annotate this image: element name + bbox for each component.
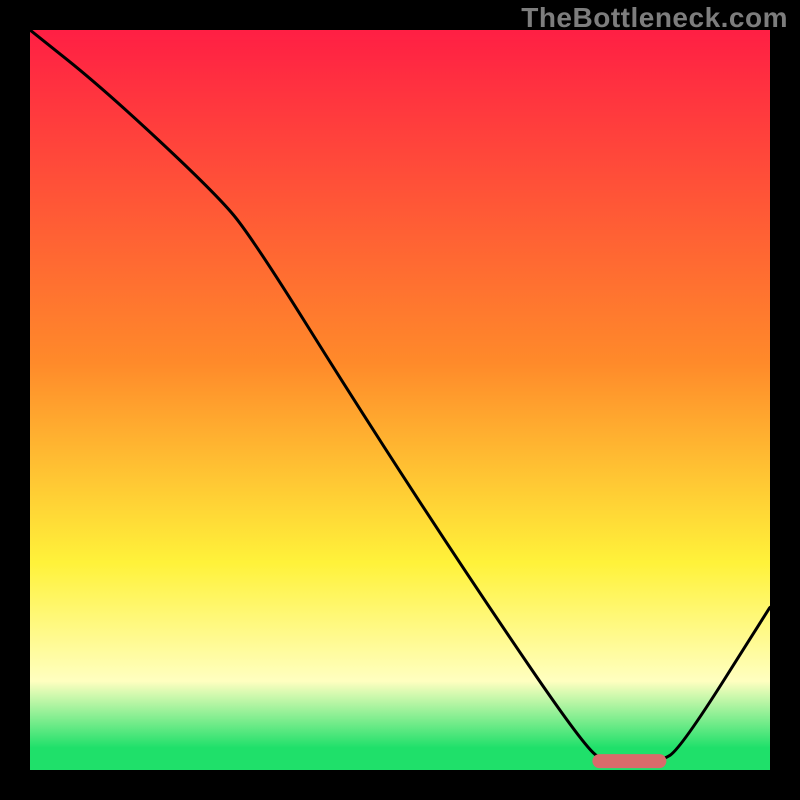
chart-stage: TheBottleneck.com [0, 0, 800, 800]
plot-background [30, 30, 770, 770]
optimal-range-marker [592, 754, 666, 768]
bottleneck-plot [30, 30, 770, 770]
watermark-text: TheBottleneck.com [521, 2, 788, 34]
